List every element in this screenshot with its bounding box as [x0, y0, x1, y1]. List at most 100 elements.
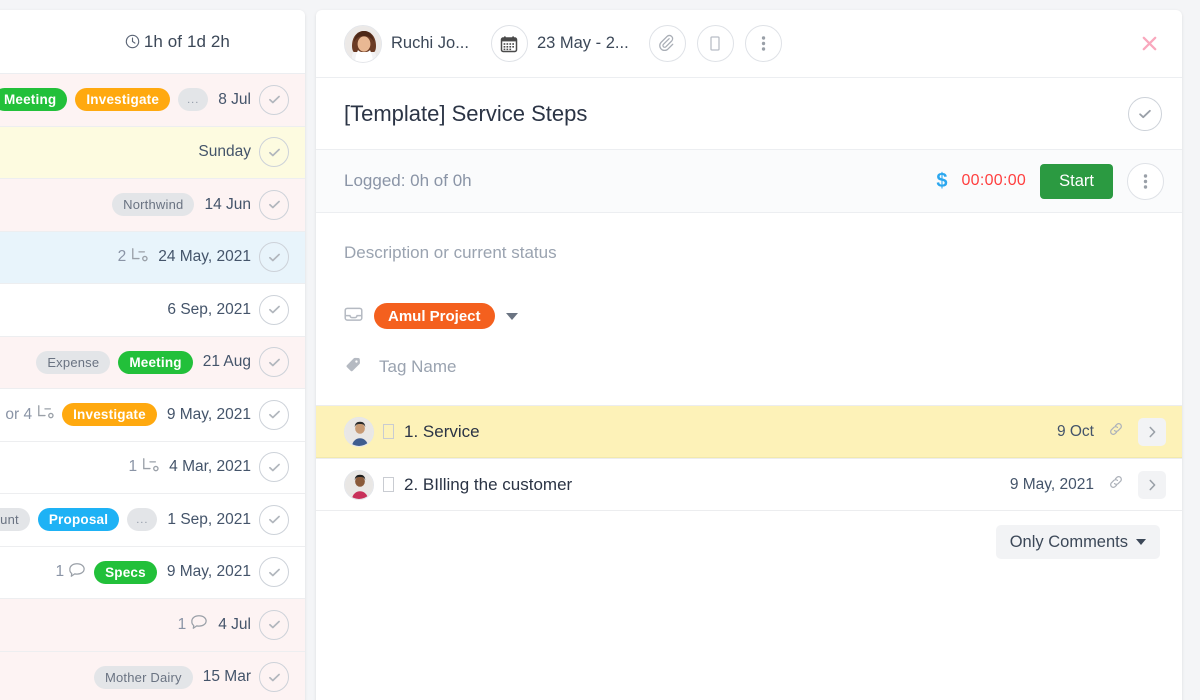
avatar[interactable]	[344, 470, 374, 500]
subtask-checkbox[interactable]	[383, 477, 394, 492]
task-meta: 1	[129, 457, 160, 478]
subtask-row[interactable]: 1. Service 9 Oct	[316, 405, 1182, 458]
task-list-item[interactable]: 6 Sep, 2021	[0, 284, 305, 337]
task-due-date[interactable]: 1 Sep, 2021	[167, 511, 251, 529]
description-area[interactable]: Description or current status	[316, 213, 1182, 263]
task-due-date[interactable]: 9 May, 2021	[167, 563, 251, 581]
page-title[interactable]: [Template] Service Steps	[344, 101, 587, 127]
note-icon[interactable]	[697, 25, 734, 62]
task-tag-chip[interactable]: Investigate	[75, 88, 170, 111]
task-tag-chip[interactable]: ...	[127, 508, 157, 531]
task-list-item[interactable]: Sunday	[0, 127, 305, 180]
logged-label: Logged: 0h of 0h	[344, 171, 472, 191]
task-due-date[interactable]: 21 Aug	[203, 353, 251, 371]
task-tag-chip[interactable]: Meeting	[118, 351, 192, 374]
task-list-rows: Meeting Investigate... 8 Jul Sunday Northwin…	[0, 74, 305, 700]
link-icon[interactable]	[1108, 474, 1124, 495]
task-due-date[interactable]: 14 Jun	[204, 196, 251, 214]
task-list-item[interactable]: Meeting Investigate... 8 Jul	[0, 74, 305, 127]
project-row: Amul Project	[316, 263, 1182, 329]
task-tag-chip[interactable]: Proposal	[38, 508, 119, 531]
chevron-right-icon[interactable]	[1138, 471, 1166, 499]
header-actions	[649, 25, 782, 62]
check-circle-icon[interactable]	[259, 400, 289, 430]
task-list-panel: 1h of 1d 2h MeetingInvestigate...8 JulSu…	[0, 10, 305, 700]
dollar-icon[interactable]: $	[936, 170, 947, 193]
task-list-item[interactable]: 1 Specs 9 May, 2021	[0, 547, 305, 600]
detail-header: Ruchi Jo... 23 Ma	[316, 10, 1182, 78]
subtask-title[interactable]: 2. BIlling the customer	[404, 475, 572, 495]
tag-row[interactable]: Tag Name	[316, 329, 1182, 379]
timer-controls: $ 00:00:00 Start	[936, 163, 1164, 200]
subtask-due-date[interactable]: 9 Oct	[1057, 423, 1094, 441]
task-list-item[interactable]: Expense Meeting 21 Aug	[0, 337, 305, 390]
check-circle-icon[interactable]	[259, 242, 289, 272]
task-tag-chip[interactable]: Mother Dairy	[94, 666, 193, 689]
check-circle-icon[interactable]	[259, 505, 289, 535]
check-circle-icon[interactable]	[259, 137, 289, 167]
check-circle-icon[interactable]	[259, 452, 289, 482]
task-due-date[interactable]: 6 Sep, 2021	[167, 301, 251, 319]
check-circle-icon[interactable]	[259, 662, 289, 692]
task-tag-chip[interactable]: Meeting	[0, 88, 67, 111]
task-due-date[interactable]: 15 Mar	[203, 668, 251, 686]
task-meta-count: 2	[118, 248, 127, 266]
check-circle-icon[interactable]	[259, 347, 289, 377]
timer-more-icon[interactable]	[1127, 163, 1164, 200]
date-range[interactable]: 23 May - 2...	[537, 34, 629, 53]
time-log-row: Logged: 0h of 0h $ 00:00:00 Start	[316, 150, 1182, 213]
calendar-icon[interactable]	[491, 25, 528, 62]
chevron-down-icon[interactable]	[506, 313, 518, 320]
avatar[interactable]	[344, 25, 382, 63]
task-tag-chip[interactable]: Expense	[36, 351, 110, 374]
check-circle-icon[interactable]	[259, 610, 289, 640]
task-detail-panel: Ruchi Jo... 23 Ma	[316, 10, 1182, 700]
avatar[interactable]	[344, 417, 374, 447]
subtask-icon	[36, 404, 54, 425]
check-circle-icon[interactable]	[259, 557, 289, 587]
task-list-item[interactable]: Mother Dairy 15 Mar	[0, 652, 305, 700]
subtask-due-date[interactable]: 9 May, 2021	[1010, 476, 1094, 494]
task-due-date[interactable]: Sunday	[198, 143, 251, 161]
check-circle-icon[interactable]	[259, 190, 289, 220]
timer-display: 00:00:00	[961, 172, 1026, 190]
task-due-date[interactable]: 24 May, 2021	[158, 248, 251, 266]
subtask-title[interactable]: 1. Service	[404, 422, 480, 442]
subtask-row[interactable]: 2. BIlling the customer 9 May, 2021	[316, 458, 1182, 511]
clock-icon	[125, 34, 140, 49]
only-comments-dropdown[interactable]: Only Comments	[996, 525, 1160, 559]
close-icon[interactable]	[1132, 27, 1166, 61]
task-tag-chip[interactable]: ount	[0, 508, 30, 531]
chevron-right-icon[interactable]	[1138, 418, 1166, 446]
tag-icon	[344, 355, 363, 379]
link-icon[interactable]	[1108, 421, 1124, 442]
paperclip-icon[interactable]	[649, 25, 686, 62]
check-circle-icon[interactable]	[259, 85, 289, 115]
check-circle-icon[interactable]	[259, 295, 289, 325]
only-comments-label: Only Comments	[1010, 533, 1128, 552]
task-tag-chip[interactable]: ...	[178, 88, 208, 111]
task-tag-chip[interactable]: Investigate	[62, 403, 157, 426]
task-list-item[interactable]: 14 Jul	[0, 599, 305, 652]
subtask-checkbox[interactable]	[383, 424, 394, 439]
task-meta: 1	[55, 562, 86, 583]
task-due-date[interactable]: 4 Jul	[218, 616, 251, 634]
task-list-item[interactable]: or 4Investigate9 May, 2021	[0, 389, 305, 442]
more-vertical-icon[interactable]	[745, 25, 782, 62]
task-due-date[interactable]: 9 May, 2021	[167, 406, 251, 424]
task-list-item[interactable]: ount Proposal... 1 Sep, 2021	[0, 494, 305, 547]
task-tag-chip[interactable]: Specs	[94, 561, 157, 584]
assignee-name[interactable]: Ruchi Jo...	[391, 34, 469, 53]
task-meta-count: 1	[129, 458, 138, 476]
task-due-date[interactable]: 4 Mar, 2021	[169, 458, 251, 476]
task-tag-chip[interactable]: Northwind	[112, 193, 194, 216]
complete-task-button[interactable]	[1128, 97, 1162, 131]
task-meta: 2	[118, 247, 149, 268]
start-timer-button[interactable]: Start	[1040, 164, 1113, 199]
tag-name-input[interactable]: Tag Name	[379, 357, 456, 377]
task-list-item[interactable]: 1 4 Mar, 2021	[0, 442, 305, 495]
project-chip[interactable]: Amul Project	[374, 303, 495, 329]
task-list-item[interactable]: 2 24 May, 2021	[0, 232, 305, 285]
task-due-date[interactable]: 8 Jul	[218, 91, 251, 109]
task-list-item[interactable]: Northwind 14 Jun	[0, 179, 305, 232]
